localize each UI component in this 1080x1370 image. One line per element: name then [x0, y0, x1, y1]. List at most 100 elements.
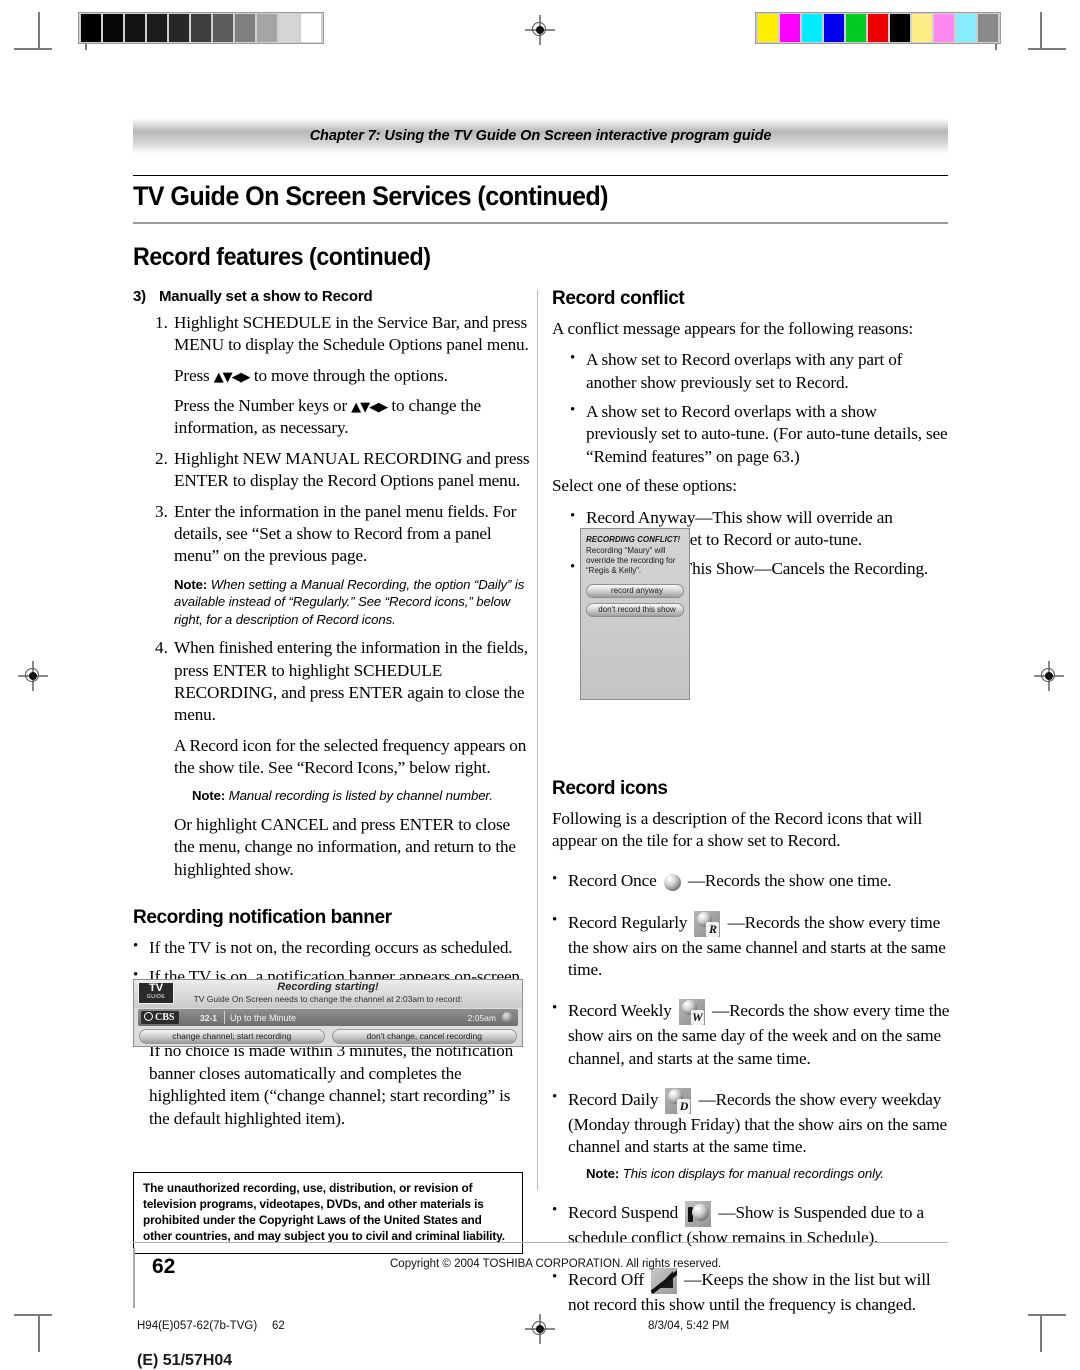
title-rule-top [133, 175, 948, 176]
step-1-substep-b-pre: Press the Number keys or [174, 396, 352, 416]
direction-arrows-icon: ▲▼◀▶ [213, 369, 251, 385]
banner-channel-row[interactable]: CBS 32-1 Up to the Minute 2:05am [138, 1009, 518, 1026]
record-once-icon [663, 874, 681, 892]
bullet-icon: • [552, 1000, 558, 1017]
step-1-substep-b: Press the Number keys or ▲▼◀▶ to change … [133, 395, 531, 440]
title-rule-bottom [133, 222, 948, 224]
record-suspend-label: Record Suspend [568, 1203, 679, 1223]
banner-record-indicator-icon [502, 1012, 513, 1023]
record-anyway-button[interactable]: record anyway [586, 584, 684, 598]
conflict-dialog-header: RECORDING CONFLICT! [586, 535, 681, 544]
conflict-reason-1: • A show set to Record overlaps with any… [552, 349, 950, 394]
record-conflict-intro: A conflict message appears for the follo… [552, 319, 913, 338]
bullet-icon: • [552, 871, 558, 888]
manual-record-heading: 3) Manually set a show to Record [133, 288, 531, 305]
record-regularly-icon: R [694, 910, 721, 937]
recording-notification-banner-screenshot: TV GUIDE Recording starting! TV Guide On… [133, 979, 523, 1047]
record-weekly-icon: W [678, 999, 705, 1026]
record-icons-intro: Following is a description of the Record… [552, 808, 923, 850]
banner-button-row: change channel; start recording don't ch… [139, 1029, 517, 1044]
page-title: TV Guide On Screen Services (continued) [133, 181, 609, 211]
dont-change-cancel-recording-button[interactable]: don't change, cancel recording [331, 1029, 517, 1044]
bullet-icon: • [552, 1268, 558, 1285]
banner-subtitle: TV Guide On Screen needs to change the c… [193, 994, 463, 1004]
record-regularly-icon-letter: R [706, 921, 720, 937]
note-manual-recordings-only: Note: This icon displays for manual reco… [552, 1165, 950, 1183]
chapter-header-bar: Chapter 7: Using the TV Guide On Screen … [133, 118, 948, 154]
right-column: Record conflict A conflict message appea… [552, 288, 950, 1323]
record-once-desc: —Records the show one time. [687, 871, 892, 891]
note-daily-option: Note: When setting a Manual Recording, t… [133, 576, 531, 629]
step-1-substep-a: Press ▲▼◀▶ to move through the options. [133, 365, 531, 387]
step-1-substep-a-post: to move through the options. [249, 365, 448, 385]
note-manual-text: Manual recording is listed by channel nu… [225, 788, 493, 804]
step-text-4: When finished entering the information i… [174, 638, 528, 725]
note-label-right: Note: [586, 1165, 620, 1181]
record-conflict-heading: Record conflict [552, 288, 685, 309]
print-job-filename: H94(E)057-62(7b-TVG) [137, 1320, 258, 1332]
banner-bullet-1: • If the TV is not on, the recording occ… [133, 937, 531, 959]
note-manual-recording: Note: Manual recording is listed by chan… [133, 787, 531, 805]
footer-rule [133, 1242, 948, 1243]
note-manual-recordings-only-text: This icon displays for manual recordings… [619, 1165, 884, 1181]
record-icon-appears-text: A Record icon for the selected frequency… [174, 735, 527, 778]
step-number-4: 4. [155, 638, 168, 658]
manual-record-heading-text: Manually set a show to Record [159, 288, 373, 305]
banner-bullet-1-text: If the TV is not on, the recording occur… [149, 938, 513, 958]
banner-program-time: 2:05am [467, 1013, 496, 1023]
record-off-icon [651, 1267, 678, 1294]
cancel-instruction-text: Or highlight CANCEL and press ENTER to c… [174, 814, 516, 879]
conflict-dialog-message: Recording “Maury” will override the reco… [586, 546, 676, 575]
record-daily-label: Record Daily [568, 1090, 659, 1110]
recording-conflict-dialog-screenshot: RECORDING CONFLICT! Recording “Maury” wi… [580, 528, 690, 700]
change-channel-start-recording-button[interactable]: change channel; start recording [139, 1029, 325, 1044]
record-icon-entry-once: • Record Once —Records the show one time… [552, 870, 950, 892]
banner-separator [224, 1011, 225, 1024]
banner-program-name: Up to the Minute [230, 1013, 297, 1023]
column-divider [537, 290, 538, 1190]
record-daily-icon-letter: D [677, 1099, 691, 1115]
step-item-1: 1. Highlight SCHEDULE in the Service Bar… [133, 312, 531, 357]
copyright-legal-notice-text: The unauthorized recording, use, distrib… [143, 1181, 505, 1244]
banner-timeout-paragraph: If no choice is made within 3 minutes, t… [149, 1041, 514, 1128]
conflict-reason-2-text: A show set to Record overlaps with a sho… [586, 402, 948, 466]
step-number-2: 2. [155, 448, 168, 468]
step-text-2: Highlight NEW MANUAL RECORDING and press… [174, 448, 530, 491]
bullet-icon: • [570, 350, 576, 367]
record-icon-entry-daily: • Record Daily D —Records the show every… [552, 1088, 950, 1159]
bullet-icon: • [552, 1089, 558, 1106]
recording-notification-banner-heading: Recording notification banner [133, 907, 392, 929]
footer-side-rule [133, 1248, 135, 1308]
bullet-icon: • [133, 938, 139, 955]
note-manual-label: Note: [192, 788, 226, 804]
step-item-2: 2. Highlight NEW MANUAL RECORDING and pr… [133, 448, 531, 493]
note-label: Note: [174, 576, 208, 592]
banner-channel-number: 32-1 [200, 1013, 218, 1023]
record-suspend-icon [685, 1201, 712, 1228]
chapter-header-text: Chapter 7: Using the TV Guide On Screen … [309, 128, 772, 144]
manual-record-heading-number: 3) [133, 288, 146, 305]
banner-top-band: TV GUIDE Recording starting! TV Guide On… [134, 980, 522, 1008]
conflict-reason-1-text: A show set to Record overlaps with any p… [586, 350, 903, 392]
step-item-3: 3. Enter the information in the panel me… [133, 501, 531, 568]
record-icon-entry-off: • Record Off —Keeps the show in the list… [552, 1267, 950, 1316]
print-job-bleed-label: (E) 51/57H04 [137, 1352, 233, 1369]
bullet-icon: • [570, 402, 576, 419]
step-number-1: 1. [155, 313, 168, 332]
record-once-label: Record Once [568, 871, 657, 891]
step-number-3: 3. [155, 501, 168, 521]
dont-record-this-show-button[interactable]: don't record this show [586, 603, 684, 617]
manual-page: Chapter 7: Using the TV Guide On Screen … [0, 0, 1080, 1369]
record-icon-entry-regularly: • Record Regularly R —Records the show e… [552, 910, 950, 982]
record-weekly-icon-letter: W [690, 1010, 704, 1026]
print-job-page: 62 [272, 1320, 285, 1332]
record-icons-heading: Record icons [552, 777, 668, 799]
page-number: 62 [152, 1255, 176, 1278]
banner-title: Recording starting! [277, 981, 379, 993]
note-daily-text: When setting a Manual Recording, the opt… [174, 576, 525, 627]
footer-copyright: Copyright © 2004 TOSHIBA CORPORATION. Al… [390, 1258, 722, 1270]
section-title: Record features (continued) [133, 243, 431, 271]
print-job-timestamp: 8/3/04, 5:42 PM [648, 1320, 730, 1332]
record-daily-icon: D [665, 1088, 692, 1115]
network-logo-cbs: CBS [141, 1011, 180, 1024]
